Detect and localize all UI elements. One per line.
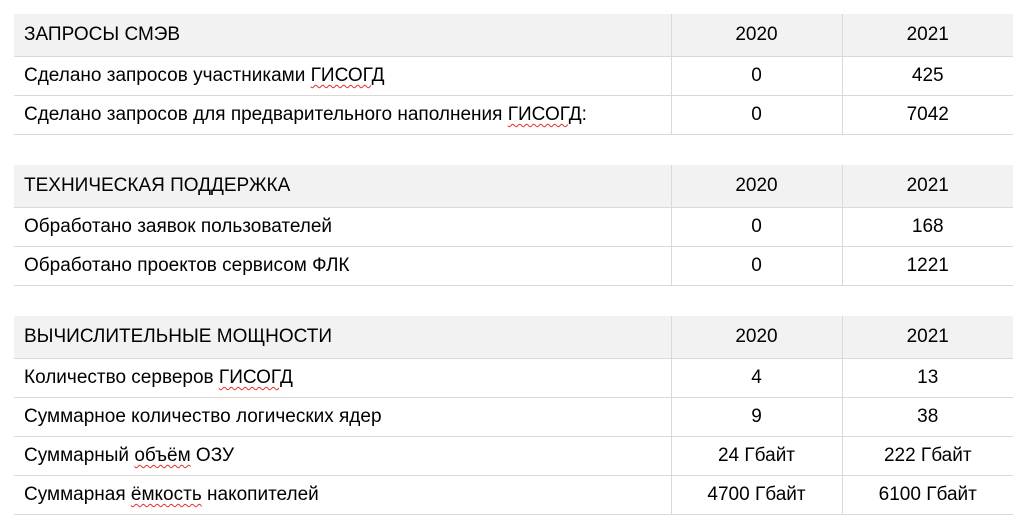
table-row: Сделано запросов для предварительного на… — [14, 95, 1013, 135]
year-2020-header: 2020 — [670, 165, 842, 208]
table-row: Суммарный объём ОЗУ 24 Гбайт 222 Гбайт — [14, 436, 1013, 476]
value-2020: 4 — [670, 358, 842, 398]
value-2021: 1221 — [841, 246, 1013, 286]
row-label: Сделано запросов участниками ГИСОГД — [14, 56, 671, 96]
row-label: Суммарная ёмкость накопителей — [14, 475, 671, 515]
row-label: Сделано запросов для предварительного на… — [14, 95, 671, 135]
table-row: Суммарная ёмкость накопителей 4700 Гбайт… — [14, 475, 1013, 515]
value-2020: 24 Гбайт — [670, 436, 842, 476]
row-label: Суммарный объём ОЗУ — [14, 436, 671, 476]
table-row: Суммарное количество логических ядер 9 3… — [14, 397, 1013, 437]
table-header-row: ЗАПРОСЫ СМЭВ 2020 2021 — [14, 14, 1013, 57]
table-row: Сделано запросов участниками ГИСОГД 0 42… — [14, 56, 1013, 96]
value-2020: 0 — [670, 207, 842, 247]
value-2020: 4700 Гбайт — [670, 475, 842, 515]
year-2021-header: 2021 — [841, 165, 1013, 208]
year-2020-header: 2020 — [670, 14, 842, 57]
value-2021: 7042 — [841, 95, 1013, 135]
value-2021: 13 — [841, 358, 1013, 398]
row-label: Суммарное количество логических ядер — [14, 397, 671, 437]
row-label: Обработано проектов сервисом ФЛК — [14, 246, 671, 286]
stats-document: ЗАПРОСЫ СМЭВ 2020 2021 Сделано запросов … — [0, 0, 1023, 524]
section-title: ЗАПРОСЫ СМЭВ — [14, 14, 671, 57]
value-2020: 0 — [670, 246, 842, 286]
value-2021: 222 Гбайт — [841, 436, 1013, 476]
value-2020: 9 — [670, 397, 842, 437]
table-technical-support: ТЕХНИЧЕСКАЯ ПОДДЕРЖКА 2020 2021 Обработа… — [14, 165, 1013, 286]
value-2020: 0 — [670, 95, 842, 135]
value-2021: 425 — [841, 56, 1013, 96]
table-row: Количество серверов ГИСОГД 4 13 — [14, 358, 1013, 398]
value-2020: 0 — [670, 56, 842, 96]
row-label: Количество серверов ГИСОГД — [14, 358, 671, 398]
value-2021: 168 — [841, 207, 1013, 247]
value-2021: 38 — [841, 397, 1013, 437]
year-2021-header: 2021 — [841, 316, 1013, 359]
year-2021-header: 2021 — [841, 14, 1013, 57]
table-row: Обработано заявок пользователей 0 168 — [14, 207, 1013, 247]
section-title: ТЕХНИЧЕСКАЯ ПОДДЕРЖКА — [14, 165, 671, 208]
table-computing-power: ВЫЧИСЛИТЕЛЬНЫЕ МОЩНОСТИ 2020 2021 Количе… — [14, 316, 1013, 515]
table-header-row: ТЕХНИЧЕСКАЯ ПОДДЕРЖКА 2020 2021 — [14, 165, 1013, 208]
value-2021: 6100 Гбайт — [841, 475, 1013, 515]
year-2020-header: 2020 — [670, 316, 842, 359]
table-header-row: ВЫЧИСЛИТЕЛЬНЫЕ МОЩНОСТИ 2020 2021 — [14, 316, 1013, 359]
table-row: Обработано проектов сервисом ФЛК 0 1221 — [14, 246, 1013, 286]
section-title: ВЫЧИСЛИТЕЛЬНЫЕ МОЩНОСТИ — [14, 316, 671, 359]
table-smev-requests: ЗАПРОСЫ СМЭВ 2020 2021 Сделано запросов … — [14, 14, 1013, 135]
row-label: Обработано заявок пользователей — [14, 207, 671, 247]
